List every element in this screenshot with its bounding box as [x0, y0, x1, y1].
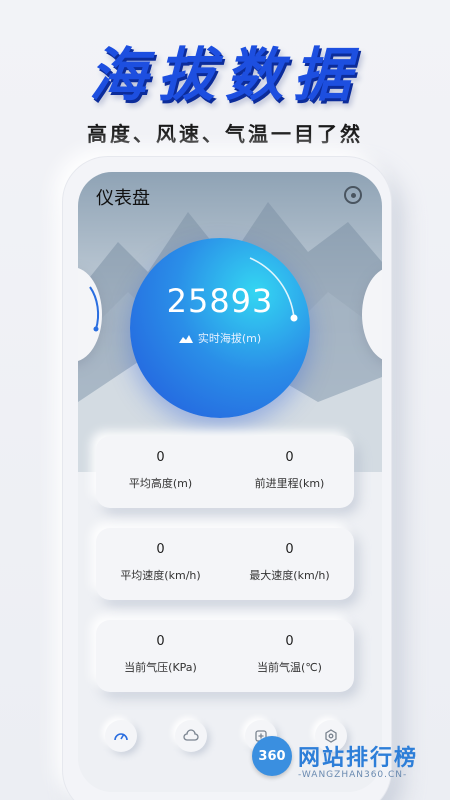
- speedometer-icon: [114, 733, 128, 741]
- altitude-gauge: 25893 实时海拔(m): [130, 238, 310, 418]
- settings-icon[interactable]: [344, 186, 362, 204]
- dial-arc-icon: [89, 286, 100, 332]
- stats-card-3: 0 当前气压(KPa) 0 当前气温(℃): [96, 620, 354, 692]
- metric-value: 0: [156, 542, 165, 557]
- metric-label: 最大速度(km/h): [249, 569, 330, 582]
- gauge-progress-ring: [249, 257, 298, 322]
- metric-avg-height: 0 平均高度(m): [96, 450, 225, 491]
- metric-distance: 0 前进里程(km): [225, 450, 354, 491]
- metric-label: 前进里程(km): [254, 477, 325, 490]
- watermark-logo: 360: [252, 736, 292, 776]
- page-title: 仪表盘: [96, 188, 150, 209]
- app-screen: 仪表盘 25893 实时海拔(m) 0 平均高度(m) 0 前进里程(km) 0…: [78, 172, 382, 792]
- watermark-url: -WANGZHAN360.CN-: [298, 770, 408, 780]
- watermark-name: 网站排行榜: [298, 746, 419, 771]
- metric-value: 0: [156, 634, 165, 649]
- metric-value: 0: [156, 450, 165, 465]
- cloud-icon: [183, 729, 199, 741]
- site-watermark: 360 网站排行榜 -WANGZHAN360.CN-: [250, 736, 450, 796]
- altitude-value: 25893: [166, 282, 274, 320]
- metric-pressure: 0 当前气压(KPa): [96, 634, 225, 675]
- altitude-label: 实时海拔(m): [197, 332, 262, 345]
- promo-subline: 高度、风速、气温一目了然: [87, 122, 363, 146]
- nav-dashboard[interactable]: [105, 720, 137, 752]
- metric-label: 平均速度(km/h): [120, 569, 201, 582]
- altitude-label-row: 实时海拔(m): [130, 330, 310, 346]
- metric-temperature: 0 当前气温(℃): [225, 634, 354, 675]
- metric-label: 当前气压(KPa): [124, 661, 197, 674]
- mountain-icon: [178, 335, 193, 343]
- metric-label: 平均高度(m): [128, 477, 193, 490]
- metric-value: 0: [285, 634, 294, 649]
- prev-dial[interactable]: [78, 267, 102, 362]
- metric-value: 0: [285, 542, 294, 557]
- nav-weather[interactable]: [175, 720, 207, 752]
- metric-avg-speed: 0 平均速度(km/h): [96, 542, 225, 583]
- metric-label: 当前气温(℃): [257, 661, 322, 674]
- promo-headline: 海拔数据: [88, 41, 361, 109]
- stats-card-1: 0 平均高度(m) 0 前进里程(km): [96, 436, 354, 508]
- stats-card-2: 0 平均速度(km/h) 0 最大速度(km/h): [96, 528, 354, 600]
- metric-max-speed: 0 最大速度(km/h): [225, 542, 354, 583]
- metric-value: 0: [285, 450, 294, 465]
